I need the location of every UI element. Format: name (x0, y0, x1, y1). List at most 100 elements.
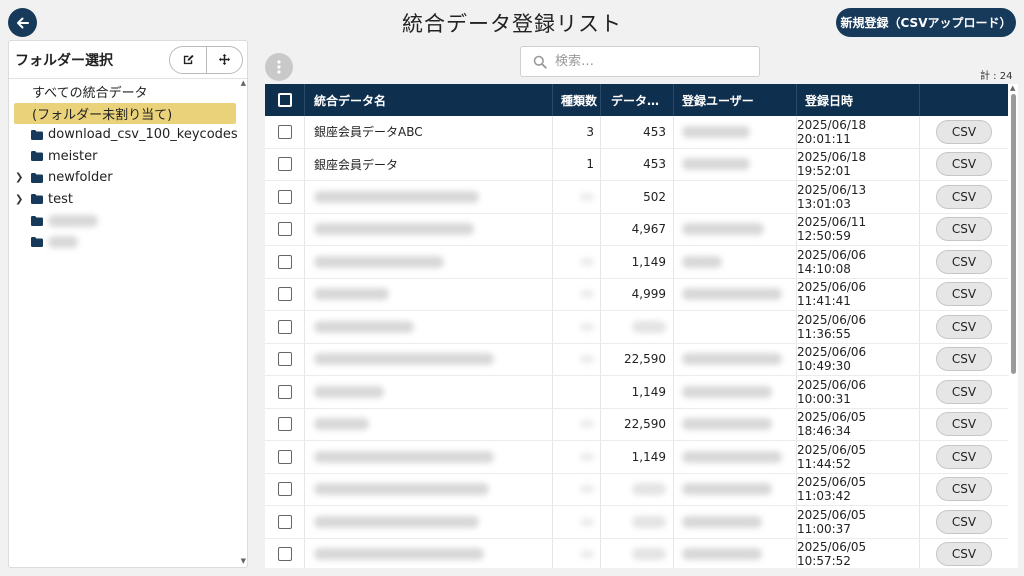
table-row[interactable]: 4,967 2025/06/11 12:50:59 CSV (265, 213, 1008, 246)
csv-download-button[interactable]: CSV (936, 542, 992, 567)
table-row[interactable]: 銀座会員データ 1 453 2025/06/18 19:52:01 CSV (265, 148, 1008, 181)
table-row[interactable]: 1,149 2025/06/05 11:44:52 CSV (265, 441, 1008, 474)
header-types[interactable]: 種類数 (552, 84, 600, 116)
csv-upload-button[interactable]: 新規登録（CSVアップロード） (836, 8, 1016, 37)
row-csv-cell: CSV (919, 376, 1008, 408)
folder-tree: すべての統合データ (フォルダー未割り当て) download_csv_100_… (9, 79, 247, 253)
table-row[interactable]: 2025/06/05 10:57:52 CSV (265, 538, 1008, 568)
csv-download-button[interactable]: CSV (936, 444, 992, 469)
table-row[interactable]: 1,149 2025/06/06 10:00:31 CSV (265, 376, 1008, 409)
header-name[interactable]: 統合データ名 (304, 84, 552, 116)
redacted-name (314, 450, 494, 463)
row-checkbox[interactable] (277, 157, 292, 172)
row-checkbox[interactable] (277, 124, 292, 139)
table-row[interactable]: 22,590 2025/06/05 18:46:34 CSV (265, 408, 1008, 441)
chevron-right-icon[interactable]: ❯ (15, 172, 23, 183)
scroll-thumb[interactable] (1011, 94, 1016, 374)
csv-download-button[interactable]: CSV (936, 477, 992, 502)
row-types-cell (552, 181, 600, 213)
row-checkbox[interactable] (277, 352, 292, 367)
scroll-up-icon[interactable]: ▲ (241, 79, 246, 87)
table-row[interactable]: 2025/06/06 11:36:55 CSV (265, 311, 1008, 344)
csv-download-button[interactable]: CSV (936, 412, 992, 437)
folder-unassigned[interactable]: (フォルダー未割り当て) (14, 102, 236, 124)
folder-item[interactable]: download_csv_100_keycodes (9, 124, 247, 146)
table-row[interactable]: 銀座会員データABC 3 453 2025/06/18 20:01:11 CSV (265, 116, 1008, 149)
back-button[interactable] (8, 8, 37, 37)
folder-icon (31, 237, 43, 248)
chevron-right-icon[interactable]: ❯ (15, 194, 23, 205)
redacted-user (682, 125, 750, 138)
row-types-cell: 3 (552, 116, 600, 148)
row-name-cell (304, 441, 552, 473)
table-row[interactable]: 2025/06/05 11:00:37 CSV (265, 506, 1008, 539)
select-all-checkbox[interactable] (277, 93, 292, 107)
redacted-user (682, 548, 762, 561)
row-checkbox[interactable] (277, 287, 292, 302)
redacted-data-count (632, 483, 666, 496)
redacted-types (580, 485, 594, 494)
header-user[interactable]: 登録ユーザー (673, 84, 796, 116)
csv-download-button[interactable]: CSV (936, 184, 992, 209)
csv-download-button[interactable]: CSV (936, 217, 992, 242)
table-row[interactable]: 4,999 2025/06/06 11:41:41 CSV (265, 278, 1008, 311)
csv-download-button[interactable]: CSV (936, 249, 992, 274)
row-date: 2025/06/13 13:01:03 (796, 181, 919, 213)
row-user-cell (673, 148, 796, 180)
scroll-down-icon[interactable]: ▼ (241, 557, 246, 565)
row-checkbox[interactable] (277, 254, 292, 269)
folder-item[interactable]: ❯ test (9, 189, 247, 211)
row-csv-cell: CSV (919, 538, 1008, 568)
redacted-name (314, 483, 489, 496)
csv-download-button[interactable]: CSV (936, 314, 992, 339)
table-row[interactable]: 502 2025/06/13 13:01:03 CSV (265, 181, 1008, 214)
move-folder-button[interactable] (206, 46, 242, 73)
search-input[interactable] (555, 54, 735, 69)
table-row[interactable]: 2025/06/05 11:03:42 CSV (265, 473, 1008, 506)
csv-download-button[interactable]: CSV (936, 119, 992, 144)
row-checkbox[interactable] (277, 417, 292, 432)
row-name: 銀座会員データABC (314, 125, 423, 140)
row-checkbox[interactable] (277, 547, 292, 562)
folder-item[interactable]: ❯ newfolder (9, 167, 247, 189)
table-row[interactable]: 1,149 2025/06/06 14:10:08 CSV (265, 246, 1008, 279)
header-date[interactable]: 登録日時 (796, 84, 919, 116)
row-checkbox[interactable] (277, 384, 292, 399)
csv-download-button[interactable]: CSV (936, 509, 992, 534)
arrow-left-icon (16, 17, 29, 28)
row-checkbox[interactable] (277, 189, 292, 204)
row-types-cell (552, 441, 600, 473)
search-icon (533, 55, 547, 69)
folder-item[interactable] (9, 232, 247, 254)
scroll-up-icon[interactable]: ▲ (1010, 84, 1015, 92)
row-date: 2025/06/05 11:44:52 (796, 441, 919, 473)
row-checkbox[interactable] (277, 449, 292, 464)
folder-all-data[interactable]: すべての統合データ (9, 81, 247, 103)
csv-download-button[interactable]: CSV (936, 152, 992, 177)
more-options-button[interactable] (265, 53, 293, 81)
header-checkbox-cell (265, 84, 304, 116)
header-data-count[interactable]: データ… (600, 84, 673, 116)
row-checkbox-cell (265, 311, 304, 343)
folder-item[interactable] (9, 210, 247, 232)
row-checkbox[interactable] (277, 482, 292, 497)
redacted-types (580, 257, 594, 266)
row-checkbox[interactable] (277, 514, 292, 529)
edit-icon (183, 54, 194, 65)
row-user-cell (673, 311, 796, 343)
table-row[interactable]: 22,590 2025/06/06 10:49:30 CSV (265, 343, 1008, 376)
row-csv-cell: CSV (919, 473, 1008, 505)
csv-download-button[interactable]: CSV (936, 282, 992, 307)
row-checkbox[interactable] (277, 222, 292, 237)
edit-folder-button[interactable] (170, 47, 206, 73)
csv-download-button[interactable]: CSV (936, 347, 992, 372)
folder-label: (フォルダー未割り当て) (32, 107, 173, 123)
row-data-cell: 1,149 (600, 376, 673, 408)
csv-download-button[interactable]: CSV (936, 379, 992, 404)
row-types-cell (552, 473, 600, 505)
row-user-cell (673, 376, 796, 408)
row-checkbox[interactable] (277, 319, 292, 334)
row-user-cell (673, 278, 796, 310)
folder-item[interactable]: meister (9, 146, 247, 168)
table-scrollbar[interactable]: ▲ (1009, 84, 1018, 568)
